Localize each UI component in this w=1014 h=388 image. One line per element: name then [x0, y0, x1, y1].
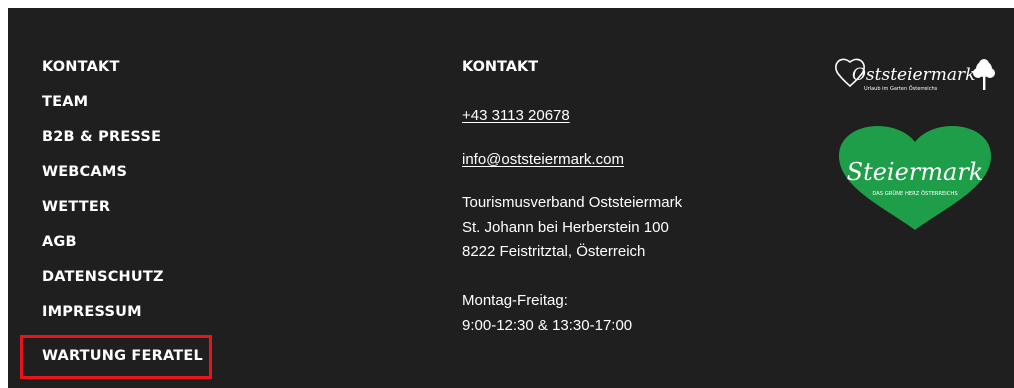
- nav-link-webcams[interactable]: WEBCAMS: [42, 163, 127, 181]
- oststeiermark-tagline: Urlaub im Garten Österreichs: [864, 85, 938, 92]
- highlight-box: [20, 335, 212, 379]
- steiermark-wordmark: Steiermark: [847, 158, 984, 186]
- opening-hours-line: Montag-Freitag:: [462, 292, 568, 309]
- oststeiermark-logo[interactable]: Oststeiermark Urlaub im Garten Österreic…: [834, 56, 1000, 98]
- address-line: St. Johann bei Herberstein 100: [462, 219, 669, 236]
- contact-heading: KONTAKT: [462, 59, 539, 75]
- address-line: Tourismusverband Oststeiermark: [462, 194, 683, 211]
- address-line: 8222 Feistritztal, Österreich: [462, 243, 646, 260]
- nav-link-impressum[interactable]: IMPRESSUM: [42, 303, 142, 321]
- nav-link-kontakt[interactable]: KONTAKT: [42, 58, 120, 76]
- steiermark-tagline: DAS GRÜNE HERZ ÖSTERREICHS: [872, 190, 957, 197]
- phone-link[interactable]: +43 3113 20678: [462, 106, 570, 126]
- nav-link-datenschutz[interactable]: DATENSCHUTZ: [42, 268, 164, 286]
- nav-link-agb[interactable]: AGB: [42, 233, 77, 251]
- steiermark-heart-logo[interactable]: Steiermark DAS GRÜNE HERZ ÖSTERREICHS: [835, 122, 995, 232]
- nav-link-b2b-presse[interactable]: B2B & PRESSE: [42, 128, 161, 146]
- opening-hours-line: 9:00-12:30 & 13:30-17:00: [462, 317, 633, 334]
- oststeiermark-wordmark: Oststeiermark: [852, 65, 975, 85]
- email-link[interactable]: info@oststeiermark.com: [462, 150, 624, 170]
- site-footer: KONTAKT TEAM B2B & PRESSE WEBCAMS WETTER…: [8, 8, 1014, 388]
- tree-icon: [973, 59, 995, 90]
- nav-link-wetter[interactable]: WETTER: [42, 198, 110, 216]
- nav-link-team[interactable]: TEAM: [42, 93, 88, 111]
